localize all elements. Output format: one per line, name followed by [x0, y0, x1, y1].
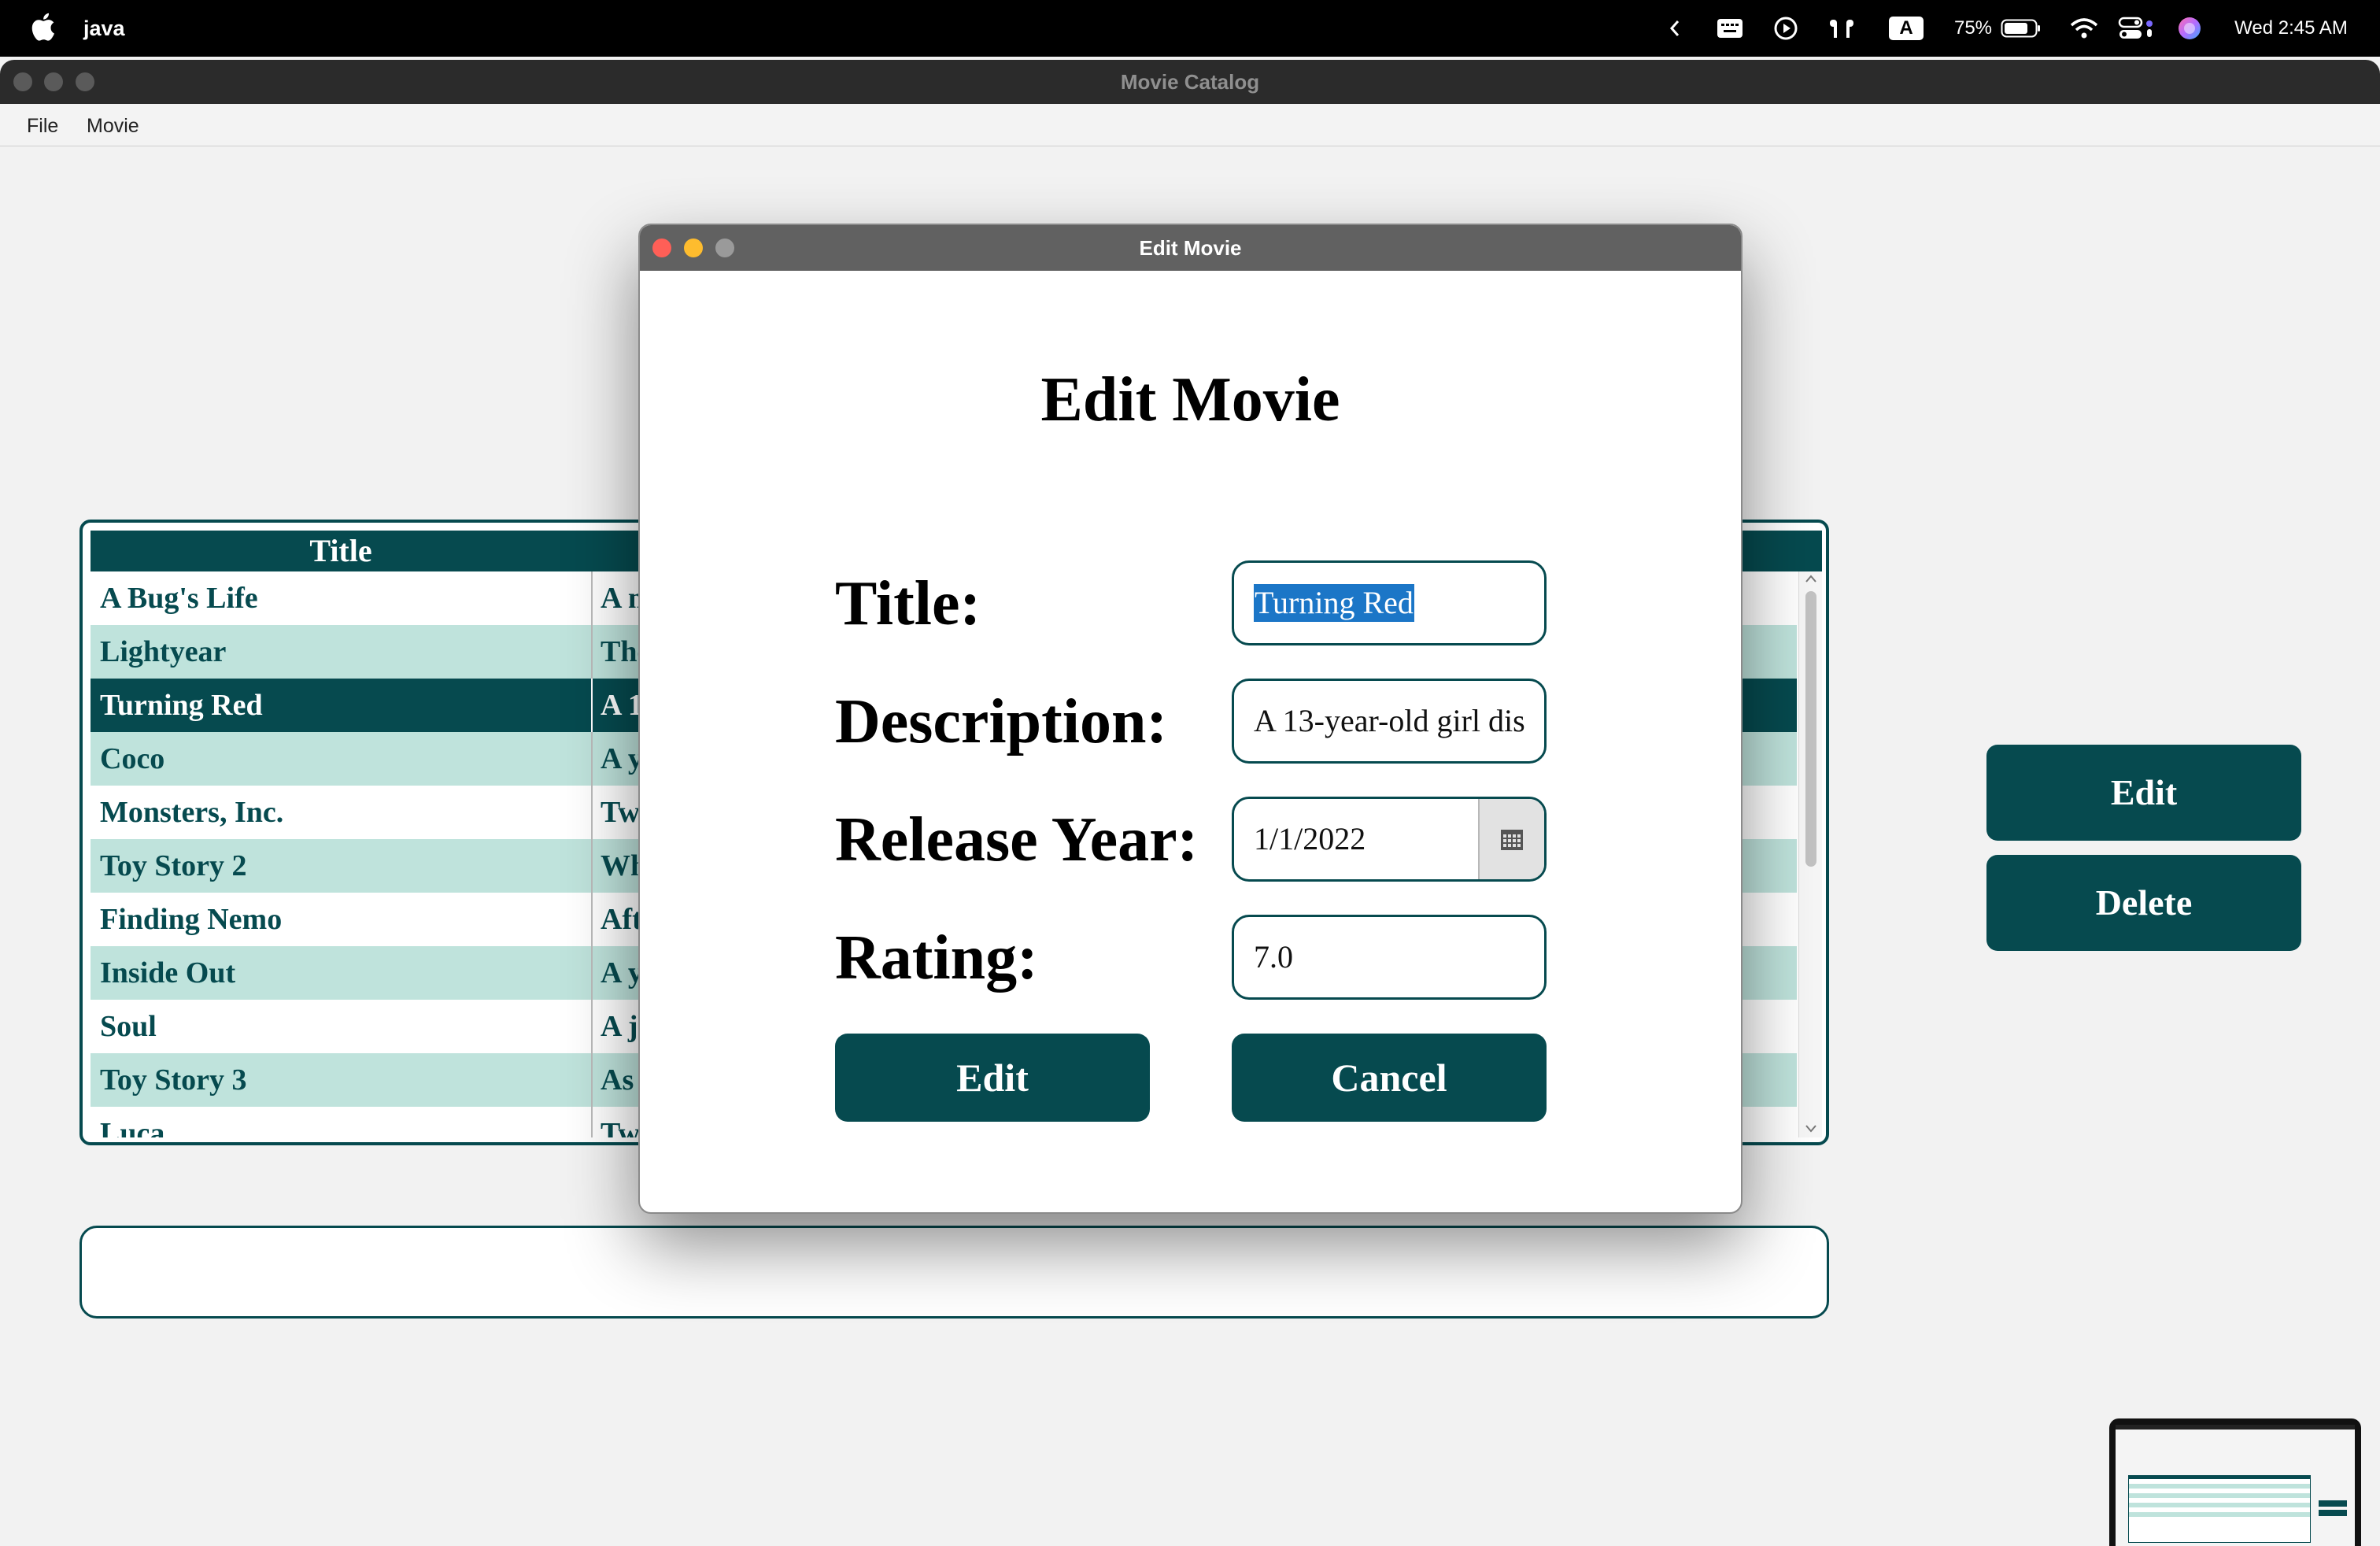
rating-label: Rating:: [835, 923, 1038, 993]
battery-icon[interactable]: [1999, 11, 2043, 46]
battery-percentage: 75%: [1953, 17, 1993, 39]
rating-field[interactable]: 7.0: [1232, 915, 1547, 1000]
clock[interactable]: Wed 2:45 AM: [2224, 11, 2358, 46]
dialog-cancel-button[interactable]: Cancel: [1232, 1034, 1547, 1122]
thumbnail-preview: [2116, 1425, 2355, 1546]
cell-title: Soul: [100, 1010, 157, 1043]
description-label: Description:: [835, 687, 1168, 756]
cell-title: Monsters, Inc.: [100, 796, 284, 829]
dialog-heading: Edit Movie: [1040, 365, 1340, 435]
cell-title: A Bug's Life: [100, 582, 258, 615]
release-year-field[interactable]: 1/1/2022: [1232, 797, 1547, 882]
screenshot-thumbnail[interactable]: [2109, 1418, 2361, 1546]
thumbnail-bar: [2116, 1425, 2355, 1429]
airpods-icon[interactable]: [1826, 11, 1857, 46]
dialog-titlebar[interactable]: Edit Movie: [640, 225, 1741, 271]
thumbnail-edit-button: [2319, 1500, 2347, 1507]
chevron-left-icon[interactable]: [1665, 11, 1684, 46]
scroll-down-icon[interactable]: [1803, 1122, 1819, 1136]
scroll-up-icon[interactable]: [1803, 571, 1819, 586]
cell-title: Turning Red: [100, 689, 263, 722]
table-scrollbar[interactable]: [1798, 571, 1822, 1137]
cell-title: Toy Story 3: [100, 1063, 247, 1097]
rating-field-value: 7.0: [1254, 939, 1293, 975]
thumbnail-table: [2128, 1475, 2311, 1543]
cell-title: Toy Story 2: [100, 849, 247, 882]
menu-file[interactable]: File: [27, 113, 58, 139]
wifi-icon[interactable]: [2068, 11, 2100, 46]
column-header-title[interactable]: Title: [91, 531, 591, 571]
thumbnail-delete-button: [2319, 1510, 2347, 1516]
cell-title: Coco: [100, 742, 165, 775]
main-window-titlebar[interactable]: Movie Catalog: [0, 60, 2380, 104]
cell-title: Lightyear: [100, 635, 227, 668]
release-year-label: Release Year:: [835, 805, 1199, 875]
input-source-icon[interactable]: A: [1887, 11, 1925, 46]
description-panel: [79, 1226, 1829, 1319]
siri-icon[interactable]: [2175, 11, 2204, 46]
window-title: Movie Catalog: [1120, 70, 1260, 94]
edit-button[interactable]: Edit: [1986, 745, 2301, 841]
date-picker-button[interactable]: [1478, 799, 1544, 879]
edit-movie-dialog: Edit Movie Edit Movie Title: Turning Red…: [638, 224, 1743, 1214]
delete-button[interactable]: Delete: [1986, 855, 2301, 951]
dialog-window-title: Edit Movie: [1139, 236, 1242, 260]
app-menu-bar: File Movie: [0, 104, 2380, 146]
system-menu-bar: java A 75% Wed 2:45 AM: [0, 0, 2380, 57]
menu-movie[interactable]: Movie: [87, 113, 139, 139]
title-field-value: Turning Red: [1254, 584, 1414, 622]
apple-icon[interactable]: [31, 13, 55, 41]
calendar-icon: [1501, 830, 1523, 850]
active-app-name[interactable]: java: [83, 14, 125, 43]
play-icon[interactable]: [1772, 11, 1799, 46]
release-year-value: 1/1/2022: [1254, 821, 1366, 856]
description-field[interactable]: A 13-year-old girl dis: [1232, 679, 1547, 764]
control-center-icon[interactable]: [2117, 11, 2156, 46]
dialog-edit-button[interactable]: Edit: [835, 1034, 1150, 1122]
cell-title: Inside Out: [100, 956, 236, 989]
title-field[interactable]: Turning Red: [1232, 560, 1547, 645]
title-label: Title:: [835, 569, 981, 638]
keyboard-icon[interactable]: [1716, 11, 1744, 46]
cell-title: Finding Nemo: [100, 903, 283, 936]
description-field-value: A 13-year-old girl dis: [1254, 703, 1525, 738]
input-source-label: A: [1889, 17, 1924, 40]
cell-title: Luca: [100, 1117, 165, 1137]
scroll-thumb[interactable]: [1805, 591, 1816, 867]
